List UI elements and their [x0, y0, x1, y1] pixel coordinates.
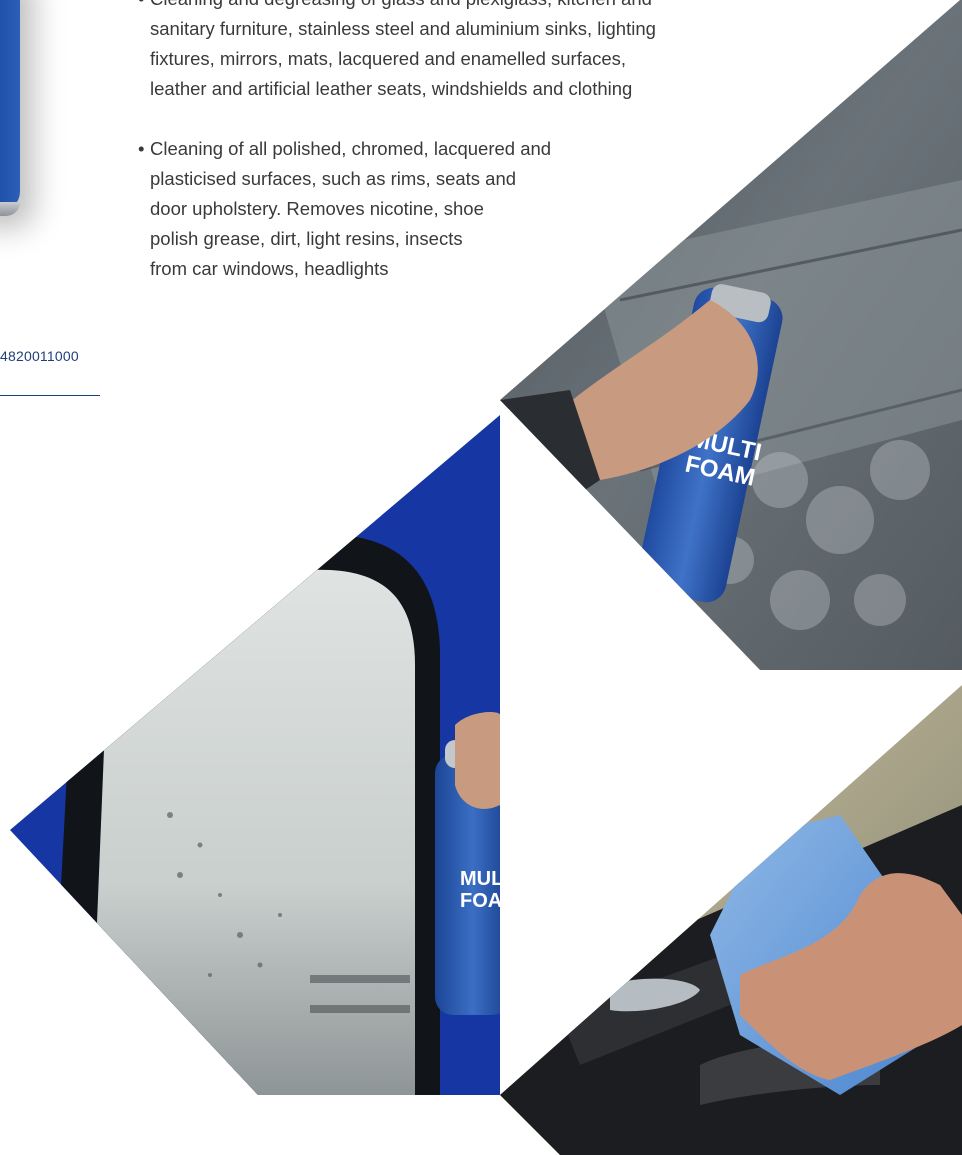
- product-code: 4820011000: [0, 348, 79, 364]
- usage-line: door upholstery. Removes nicotine, shoe: [150, 198, 484, 219]
- usage-line: polish grease, dirt, light resins, insec…: [150, 228, 463, 249]
- product-can-image: [0, 0, 20, 216]
- usage-item: Cleaning and degreasing of glass and ple…: [138, 0, 788, 104]
- usage-line: fixtures, mirrors, mats, lacquered and e…: [150, 48, 627, 69]
- usage-line: Cleaning and degreasing of glass and ple…: [150, 0, 652, 9]
- can-label-line2: FOAM: [460, 890, 500, 912]
- cloth-wipe-photo: [500, 685, 962, 1155]
- usage-line: Cleaning of all polished, chromed, lacqu…: [150, 138, 552, 159]
- window-spray-photo: MULTI FOAM: [10, 415, 500, 1095]
- usage-line: leather and artificial leather seats, wi…: [150, 78, 633, 99]
- usage-line: sanitary furniture, stainless steel and …: [150, 18, 656, 39]
- can-bottom-rim: [0, 202, 20, 216]
- can-label-line1: MULTI: [460, 868, 500, 890]
- usage-line: plasticised surfaces, such as rims, seat…: [150, 168, 517, 189]
- usage-line: from car windows, headlights: [150, 258, 389, 279]
- divider: [0, 395, 100, 396]
